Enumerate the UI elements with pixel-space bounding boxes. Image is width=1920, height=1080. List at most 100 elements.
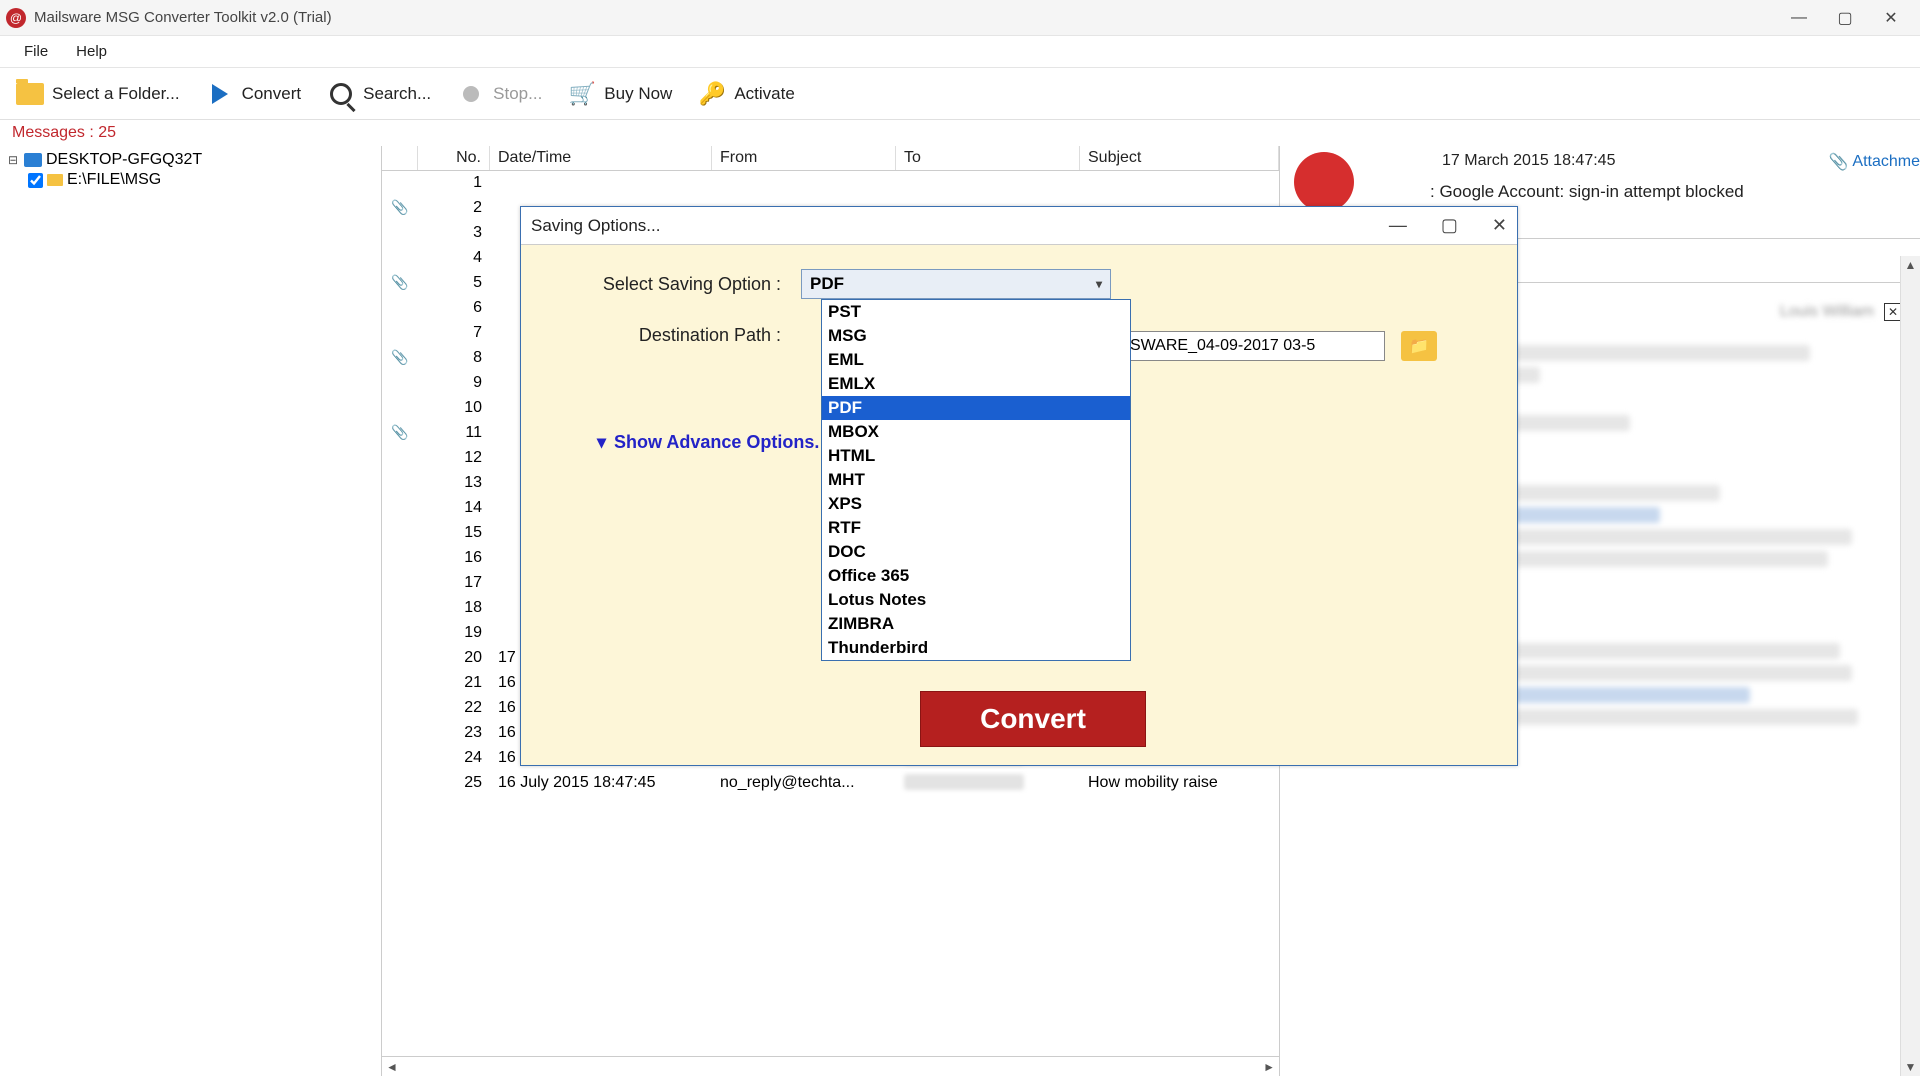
no-cell: 21 bbox=[418, 671, 490, 695]
menu-help[interactable]: Help bbox=[62, 39, 121, 64]
messages-count: Messages : 25 bbox=[0, 120, 1920, 146]
no-cell: 3 bbox=[418, 221, 490, 245]
no-cell: 1 bbox=[418, 171, 490, 195]
to-cell bbox=[896, 171, 1080, 195]
paperclip-icon: 📎 bbox=[1828, 152, 1848, 172]
attachments-link[interactable]: 📎 Attachme bbox=[1828, 152, 1920, 172]
buy-now-button[interactable]: 🛒 Buy Now bbox=[558, 76, 682, 112]
dialog-title-bar[interactable]: Saving Options... — ▢ ✕ bbox=[521, 207, 1517, 245]
browse-folder-button[interactable]: 📁 bbox=[1401, 331, 1437, 361]
attachment-cell bbox=[382, 721, 418, 745]
grid-horizontal-scrollbar[interactable]: ◄ ► bbox=[382, 1056, 1279, 1076]
saving-option-select[interactable]: PDF ▾ bbox=[801, 269, 1111, 299]
attachment-cell bbox=[382, 221, 418, 245]
activate-label: Activate bbox=[734, 84, 794, 104]
datetime-cell bbox=[490, 171, 712, 195]
tree-child[interactable]: E:\FILE\MSG bbox=[6, 170, 375, 190]
dropdown-option[interactable]: PDF bbox=[822, 396, 1130, 420]
tree-checkbox[interactable] bbox=[28, 173, 43, 188]
no-cell: 24 bbox=[418, 746, 490, 770]
dropdown-option[interactable]: Lotus Notes bbox=[822, 588, 1130, 612]
activate-button[interactable]: 🔑 Activate bbox=[688, 76, 804, 112]
dropdown-option[interactable]: XPS bbox=[822, 492, 1130, 516]
table-row[interactable]: 1 bbox=[382, 171, 1279, 196]
select-folder-label: Select a Folder... bbox=[52, 84, 180, 104]
preview-subject: : Google Account: sign-in attempt blocke… bbox=[1280, 176, 1920, 208]
scroll-up-icon[interactable]: ▲ bbox=[1903, 256, 1919, 274]
destination-path-input[interactable]: SWARE_04-09-2017 03-5 bbox=[1123, 331, 1385, 361]
attachment-cell: 📎 bbox=[382, 271, 418, 295]
search-button[interactable]: Search... bbox=[317, 76, 441, 112]
scroll-left-icon[interactable]: ◄ bbox=[386, 1060, 398, 1074]
menu-file[interactable]: File bbox=[10, 39, 62, 64]
preview-sender-name: Louis William bbox=[1780, 303, 1874, 321]
no-cell: 20 bbox=[418, 646, 490, 670]
attachment-cell bbox=[382, 771, 418, 795]
dropdown-option[interactable]: Thunderbird bbox=[822, 636, 1130, 660]
attachment-cell bbox=[382, 171, 418, 195]
convert-button[interactable]: Convert bbox=[920, 691, 1146, 747]
col-subject[interactable]: Subject bbox=[1080, 146, 1279, 170]
dropdown-option[interactable]: HTML bbox=[822, 444, 1130, 468]
table-row[interactable]: 2516 July 2015 18:47:45no_reply@techta..… bbox=[382, 771, 1279, 796]
col-from[interactable]: From bbox=[712, 146, 896, 170]
dialog-minimize-button[interactable]: — bbox=[1389, 215, 1407, 236]
no-cell: 25 bbox=[418, 771, 490, 795]
stop-label: Stop... bbox=[493, 84, 542, 104]
stop-icon bbox=[457, 80, 485, 108]
dropdown-option[interactable]: MHT bbox=[822, 468, 1130, 492]
show-advance-options-toggle[interactable]: ▾ Show Advance Options. bbox=[597, 432, 819, 453]
advance-label: Show Advance Options. bbox=[614, 432, 819, 453]
no-cell: 18 bbox=[418, 596, 490, 620]
close-button[interactable]: ✕ bbox=[1868, 3, 1914, 33]
select-folder-button[interactable]: Select a Folder... bbox=[6, 76, 190, 112]
dropdown-option[interactable]: DOC bbox=[822, 540, 1130, 564]
datetime-cell: 16 July 2015 18:47:45 bbox=[490, 771, 712, 795]
attachment-cell bbox=[382, 471, 418, 495]
no-cell: 17 bbox=[418, 571, 490, 595]
col-no[interactable]: No. bbox=[418, 146, 490, 170]
dropdown-option[interactable]: MSG bbox=[822, 324, 1130, 348]
col-attachment[interactable] bbox=[382, 146, 418, 170]
destination-path-value: SWARE_04-09-2017 03-5 bbox=[1130, 337, 1315, 355]
convert-toolbar-button[interactable]: Convert bbox=[196, 76, 312, 112]
dropdown-option[interactable]: EML bbox=[822, 348, 1130, 372]
folder-icon bbox=[16, 80, 44, 108]
attachment-cell bbox=[382, 696, 418, 720]
dropdown-option[interactable]: ZIMBRA bbox=[822, 612, 1130, 636]
dialog-title: Saving Options... bbox=[531, 216, 660, 236]
dropdown-option[interactable]: RTF bbox=[822, 516, 1130, 540]
to-cell: x bbox=[896, 771, 1080, 795]
attachment-cell: 📎 bbox=[382, 196, 418, 220]
attachment-cell bbox=[382, 446, 418, 470]
preview-name-box: Louis William ✕ bbox=[1780, 303, 1902, 321]
tree-root[interactable]: ⊟ DESKTOP-GFGQ32T bbox=[6, 150, 375, 170]
attachment-cell bbox=[382, 396, 418, 420]
dialog-close-button[interactable]: ✕ bbox=[1492, 215, 1507, 236]
preview-scrollbar[interactable]: ▲ ▼ bbox=[1900, 256, 1920, 1076]
col-to[interactable]: To bbox=[896, 146, 1080, 170]
saving-option-dropdown[interactable]: PSTMSGEMLEMLXPDFMBOXHTMLMHTXPSRTFDOCOffi… bbox=[821, 299, 1131, 661]
attachment-cell bbox=[382, 571, 418, 595]
cart-icon: 🛒 bbox=[568, 80, 596, 108]
maximize-button[interactable]: ▢ bbox=[1822, 3, 1868, 33]
dropdown-option[interactable]: MBOX bbox=[822, 420, 1130, 444]
no-cell: 16 bbox=[418, 546, 490, 570]
dropdown-option[interactable]: EMLX bbox=[822, 372, 1130, 396]
dropdown-option[interactable]: PST bbox=[822, 300, 1130, 324]
play-icon bbox=[206, 80, 234, 108]
scroll-right-icon[interactable]: ► bbox=[1263, 1060, 1275, 1074]
no-cell: 11 bbox=[418, 421, 490, 445]
col-datetime[interactable]: Date/Time bbox=[490, 146, 712, 170]
attachment-cell bbox=[382, 621, 418, 645]
collapse-icon[interactable]: ⊟ bbox=[6, 153, 20, 167]
dialog-maximize-button[interactable]: ▢ bbox=[1441, 215, 1458, 236]
convert-label: Convert bbox=[242, 84, 302, 104]
minimize-button[interactable]: — bbox=[1776, 3, 1822, 33]
no-cell: 10 bbox=[418, 396, 490, 420]
preview-date: 17 March 2015 18:47:45 bbox=[1292, 152, 1908, 170]
tree-child-label: E:\FILE\MSG bbox=[67, 171, 161, 189]
key-icon: 🔑 bbox=[698, 80, 726, 108]
dropdown-option[interactable]: Office 365 bbox=[822, 564, 1130, 588]
scroll-down-icon[interactable]: ▼ bbox=[1903, 1058, 1919, 1076]
